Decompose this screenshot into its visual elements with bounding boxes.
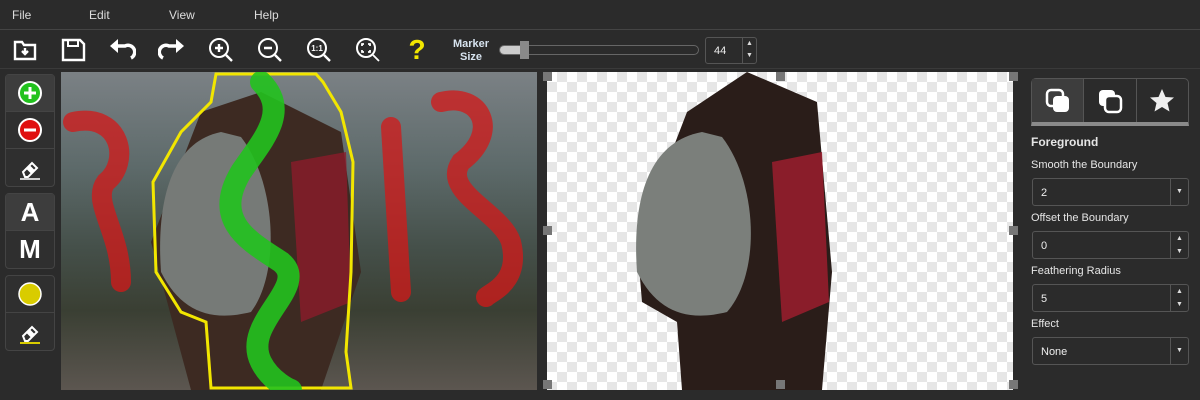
marker-size-spinbox[interactable]: 44 ▲ ▼ [705, 37, 757, 64]
zoom-in-button[interactable] [206, 35, 236, 65]
help-button[interactable]: ? [402, 34, 432, 65]
tab-effects[interactable] [1137, 79, 1188, 122]
feather-value[interactable]: 5 [1041, 293, 1047, 305]
remove-stroke [431, 90, 523, 307]
left-toolbar: A M [5, 74, 55, 357]
open-folder-icon [13, 40, 37, 61]
remove-stroke [63, 110, 131, 292]
menu-edit[interactable]: Edit [89, 8, 110, 22]
menu-help[interactable]: Help [254, 8, 279, 22]
save-button[interactable] [58, 35, 88, 65]
undo-button[interactable] [107, 35, 137, 65]
chevron-down-icon[interactable]: ▼ [1170, 179, 1188, 205]
spin-arrows[interactable]: ▲ ▼ [742, 38, 756, 63]
spin-arrows[interactable]: ▲ ▼ [1170, 232, 1188, 258]
resize-handle[interactable] [543, 380, 552, 389]
effect-label: Effect [1031, 318, 1059, 330]
marker-size-label: Marker Size [452, 38, 490, 63]
resize-handle[interactable] [543, 226, 552, 235]
zoom-out-button[interactable] [255, 35, 285, 65]
menu-bar: File Edit View Help [0, 0, 1200, 30]
effect-dropdown[interactable]: None ▼ [1032, 337, 1189, 365]
source-image-canvas[interactable] [61, 72, 537, 390]
offset-spinbox[interactable]: 0 ▲ ▼ [1032, 231, 1189, 259]
zoom-1-1-icon: 1:1 [307, 38, 331, 62]
redo-button[interactable] [157, 35, 187, 65]
zoom-in-icon [209, 38, 233, 62]
boundary-eraser-button[interactable] [6, 313, 54, 350]
tab-background[interactable] [1084, 79, 1137, 122]
effect-value: None [1041, 346, 1068, 358]
toolbar: 1:1 ? Marker Size 44 ▲ ▼ [0, 31, 1200, 69]
background-layers-icon [1098, 89, 1123, 113]
resize-handle[interactable] [776, 72, 785, 81]
smooth-value: 2 [1041, 187, 1048, 199]
plus-circle-icon [18, 81, 42, 105]
resize-handle[interactable] [776, 380, 785, 389]
eraser-icon [20, 161, 40, 180]
resize-handle[interactable] [1009, 226, 1018, 235]
chevron-down-icon[interactable]: ▼ [1170, 338, 1188, 364]
backpack [636, 132, 751, 316]
panel-tabs [1031, 78, 1189, 126]
resize-handle[interactable] [1009, 380, 1018, 389]
resize-handle[interactable] [543, 72, 552, 81]
star-icon [1150, 88, 1175, 111]
auto-mode-button[interactable]: A [6, 194, 54, 231]
smooth-dropdown[interactable]: 2 ▼ [1032, 178, 1189, 206]
marker-size-value[interactable]: 44 [714, 45, 726, 57]
foreground-layers-icon [1045, 88, 1069, 112]
open-button[interactable] [10, 35, 40, 65]
zoom-out-icon [258, 38, 282, 62]
yellow-circle-icon [18, 282, 42, 306]
tab-foreground[interactable] [1032, 79, 1085, 122]
keep-marker-button[interactable] [6, 75, 54, 112]
boundary-marker-button[interactable] [6, 276, 54, 313]
remove-stroke [381, 117, 411, 302]
menu-file[interactable]: File [12, 8, 31, 22]
menu-view[interactable]: View [169, 8, 195, 22]
eraser-button[interactable] [6, 149, 54, 186]
feather-label: Feathering Radius [1031, 265, 1121, 277]
redo-icon [158, 39, 184, 60]
fit-button[interactable] [353, 35, 383, 65]
cutout-image [636, 72, 832, 390]
result-canvas[interactable] [547, 72, 1013, 390]
save-icon [61, 38, 86, 62]
offset-value[interactable]: 0 [1041, 240, 1047, 252]
shirt [291, 152, 351, 322]
source-image [63, 72, 523, 390]
offset-label: Offset the Boundary [1031, 212, 1129, 224]
smooth-label: Smooth the Boundary [1031, 159, 1138, 171]
minus-circle-icon [18, 118, 42, 142]
section-title: Foreground [1031, 135, 1099, 149]
zoom-fit-icon [356, 38, 380, 62]
shirt [772, 152, 829, 322]
spin-arrows[interactable]: ▲ ▼ [1170, 285, 1188, 311]
svg-text:1:1: 1:1 [311, 44, 323, 53]
remove-marker-button[interactable] [6, 112, 54, 149]
feather-spinbox[interactable]: 5 ▲ ▼ [1032, 284, 1189, 312]
resize-handle[interactable] [1009, 72, 1018, 81]
slider-thumb[interactable] [519, 41, 529, 59]
undo-icon [110, 39, 136, 60]
manual-mode-button[interactable]: M [6, 231, 54, 268]
eraser-icon [20, 325, 40, 344]
marker-size-slider[interactable] [499, 41, 699, 59]
actual-size-button[interactable]: 1:1 [304, 35, 334, 65]
